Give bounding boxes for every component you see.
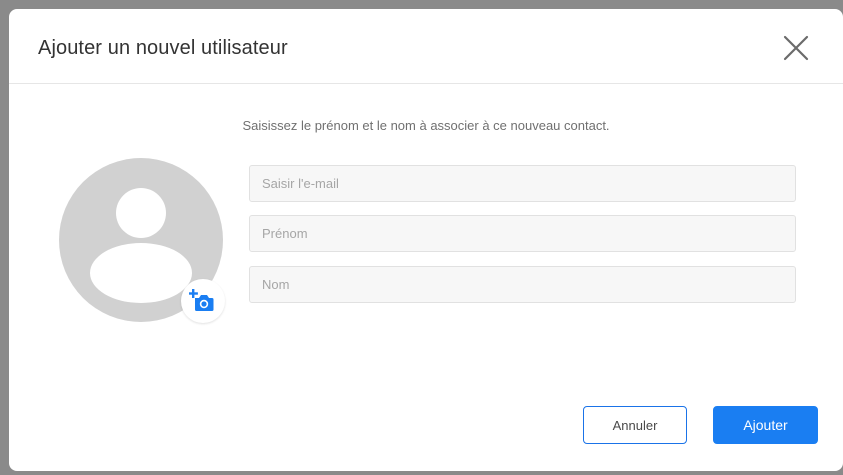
close-button[interactable] — [783, 35, 809, 61]
add-user-button[interactable]: Ajouter — [713, 406, 818, 444]
add-photo-icon — [189, 289, 214, 311]
firstname-field[interactable] — [249, 215, 796, 252]
close-icon — [783, 35, 809, 61]
dialog-title: Ajouter un nouvel utilisateur — [38, 37, 288, 59]
add-photo-button[interactable] — [181, 279, 225, 323]
dialog-header: Ajouter un nouvel utilisateur — [9, 9, 843, 84]
email-field[interactable] — [249, 165, 796, 202]
cancel-button[interactable]: Annuler — [583, 406, 687, 444]
add-user-dialog: Ajouter un nouvel utilisateur Saisissez … — [9, 9, 843, 471]
dialog-subtitle: Saisissez le prénom et le nom à associer… — [242, 118, 610, 133]
lastname-field[interactable] — [249, 266, 796, 303]
